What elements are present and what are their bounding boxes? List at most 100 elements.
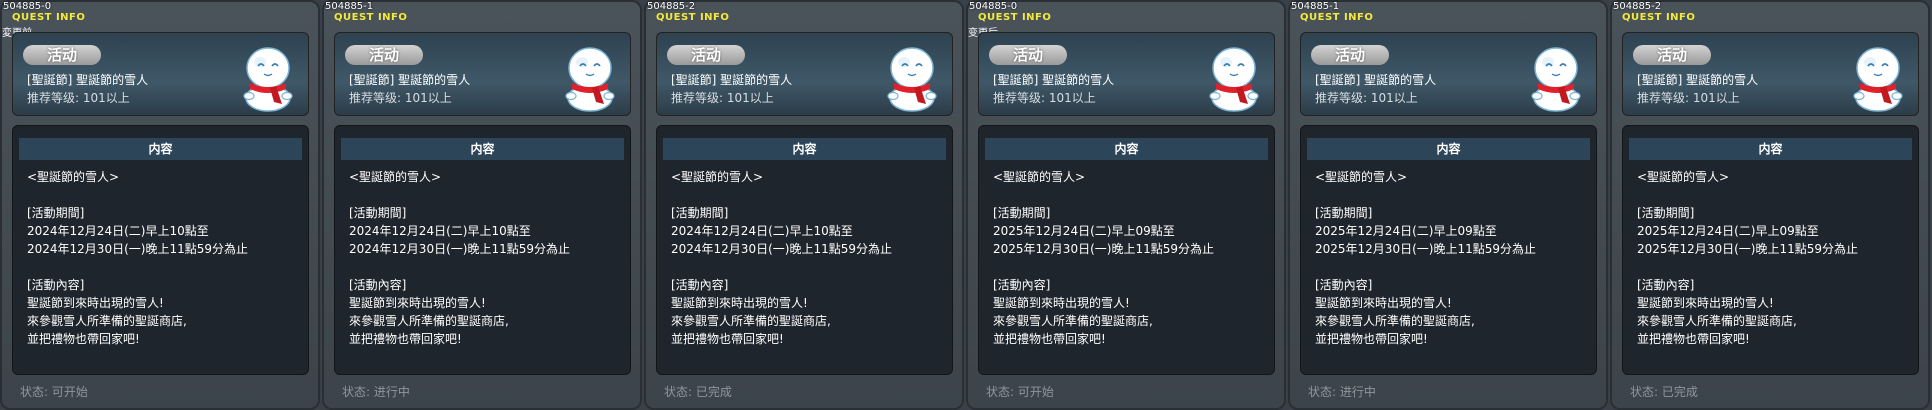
description-line: 聖誕節到來時出現的雪人! — [349, 296, 486, 310]
period-start: 2025年12月24日(二)早上09點至 — [1315, 224, 1497, 238]
content-subtitle: <聖誕節的雪人> — [671, 170, 764, 184]
description-line: 並把禮物也帶回家吧! — [1637, 332, 1750, 346]
quest-status: 状态: 进行中 — [342, 385, 410, 399]
quest-type-badge: 活动 — [667, 45, 745, 65]
period-end: 2025年12月30日(一)晚上11點59分為止 — [1315, 242, 1536, 256]
quest-id: 504885-2 — [647, 1, 696, 12]
content-body: <聖誕節的雪人> [活動期間] 2024年12月24日(二)早上10點至 202… — [671, 168, 941, 348]
description-line: 聖誕節到來時出現的雪人! — [1637, 296, 1774, 310]
description-heading: [活動內容] — [27, 278, 85, 292]
quest-header: 活动 [聖誕節] 聖誕節的雪人 推荐等级: 101以上 — [978, 32, 1275, 116]
quest-info-title: QUEST INFO — [12, 12, 86, 23]
description-heading: [活動內容] — [1637, 278, 1695, 292]
period-start: 2025年12月24日(二)早上09點至 — [993, 224, 1175, 238]
recommended-level: 推荐等级: 101以上 — [27, 91, 130, 105]
period-end: 2024年12月30日(一)晚上11點59分為止 — [27, 242, 248, 256]
description-line: 聖誕節到來時出現的雪人! — [671, 296, 808, 310]
quest-info-panel: 504885-0 QUEST INFO 变更后 活动 [聖誕節] 聖誕節的雪人 … — [966, 0, 1286, 410]
quest-name: [聖誕節] 聖誕節的雪人 — [1315, 73, 1437, 87]
quest-id: 504885-2 — [1613, 1, 1662, 12]
content-header: 内容 — [19, 138, 302, 160]
quest-info-panel: 504885-0 QUEST INFO 変更前 活动 [聖誕節] 聖誕節的雪人 … — [0, 0, 320, 410]
quest-name: [聖誕節] 聖誕節的雪人 — [349, 73, 471, 87]
description-line: 聖誕節到來時出現的雪人! — [993, 296, 1130, 310]
content-subtitle: <聖誕節的雪人> — [27, 170, 120, 184]
quest-header: 活动 [聖誕節] 聖誕節的雪人 推荐等级: 101以上 — [334, 32, 631, 116]
quest-info-title: QUEST INFO — [1300, 12, 1374, 23]
description-line: 來參觀雪人所準備的聖誕商店, — [1637, 314, 1797, 328]
period-heading: [活動期間] — [671, 206, 729, 220]
quest-header: 活动 [聖誕節] 聖誕節的雪人 推荐等级: 101以上 — [12, 32, 309, 116]
quest-content: 内容 <聖誕節的雪人> [活動期間] 2025年12月24日(二)早上09點至 … — [1622, 125, 1919, 375]
content-header: 内容 — [985, 138, 1268, 160]
description-line: 並把禮物也帶回家吧! — [993, 332, 1106, 346]
quest-info-comparison: 504885-0 QUEST INFO 変更前 活动 [聖誕節] 聖誕節的雪人 … — [0, 0, 1932, 410]
period-start: 2025年12月24日(二)早上09點至 — [1637, 224, 1819, 238]
quest-status: 状态: 已完成 — [1630, 385, 1698, 399]
description-line: 聖誕節到來時出現的雪人! — [27, 296, 164, 310]
quest-info-panel: 504885-1 QUEST INFO 活动 [聖誕節] 聖誕節的雪人 推荐等级… — [322, 0, 642, 410]
description-heading: [活動內容] — [671, 278, 729, 292]
quest-info-panel: 504885-2 QUEST INFO 活动 [聖誕節] 聖誕節的雪人 推荐等级… — [644, 0, 964, 410]
description-line: 聖誕節到來時出現的雪人! — [1315, 296, 1452, 310]
period-end: 2024年12月30日(一)晚上11點59分為止 — [671, 242, 892, 256]
snowman-icon — [565, 47, 615, 112]
period-end: 2025年12月30日(一)晚上11點59分為止 — [1637, 242, 1858, 256]
period-start: 2024年12月24日(二)早上10點至 — [27, 224, 209, 238]
quest-id: 504885-0 — [3, 1, 52, 12]
period-end: 2025年12月30日(一)晚上11點59分為止 — [993, 242, 1214, 256]
quest-type-badge: 活动 — [1633, 45, 1711, 65]
content-header: 内容 — [1307, 138, 1590, 160]
snowman-icon — [1531, 47, 1581, 112]
quest-content: 内容 <聖誕節的雪人> [活動期間] 2024年12月24日(二)早上10點至 … — [334, 125, 631, 375]
period-heading: [活動期間] — [993, 206, 1051, 220]
quest-info-panel: 504885-2 QUEST INFO 活动 [聖誕節] 聖誕節的雪人 推荐等级… — [1610, 0, 1930, 410]
quest-content: 内容 <聖誕節的雪人> [活動期間] 2024年12月24日(二)早上10點至 … — [12, 125, 309, 375]
quest-id: 504885-1 — [325, 1, 374, 12]
content-body: <聖誕節的雪人> [活動期間] 2025年12月24日(二)早上09點至 202… — [1637, 168, 1907, 348]
quest-type-badge: 活动 — [989, 45, 1067, 65]
quest-type-badge: 活动 — [23, 45, 101, 65]
description-line: 並把禮物也帶回家吧! — [671, 332, 784, 346]
snowman-icon — [1853, 47, 1903, 112]
content-header: 内容 — [1629, 138, 1912, 160]
content-subtitle: <聖誕節的雪人> — [349, 170, 442, 184]
recommended-level: 推荐等级: 101以上 — [993, 91, 1096, 105]
description-line: 來參觀雪人所準備的聖誕商店, — [993, 314, 1153, 328]
snowman-icon — [887, 47, 937, 112]
snowman-icon — [243, 47, 293, 112]
quest-id: 504885-0 — [969, 1, 1018, 12]
description-heading: [活動內容] — [1315, 278, 1373, 292]
quest-status: 状态: 可开始 — [986, 385, 1054, 399]
description-heading: [活動內容] — [993, 278, 1051, 292]
quest-id: 504885-1 — [1291, 1, 1340, 12]
quest-header: 活动 [聖誕節] 聖誕節的雪人 推荐等级: 101以上 — [656, 32, 953, 116]
description-heading: [活動內容] — [349, 278, 407, 292]
content-subtitle: <聖誕節的雪人> — [1315, 170, 1408, 184]
period-heading: [活動期間] — [349, 206, 407, 220]
content-body: <聖誕節的雪人> [活動期間] 2024年12月24日(二)早上10點至 202… — [27, 168, 297, 348]
quest-info-title: QUEST INFO — [1622, 12, 1696, 23]
content-subtitle: <聖誕節的雪人> — [1637, 170, 1730, 184]
description-line: 來參觀雪人所準備的聖誕商店, — [27, 314, 187, 328]
quest-name: [聖誕節] 聖誕節的雪人 — [671, 73, 793, 87]
quest-info-panel: 504885-1 QUEST INFO 活动 [聖誕節] 聖誕節的雪人 推荐等级… — [1288, 0, 1608, 410]
quest-content: 内容 <聖誕節的雪人> [活動期間] 2024年12月24日(二)早上10點至 … — [656, 125, 953, 375]
snowman-icon — [1209, 47, 1259, 112]
period-heading: [活動期間] — [1315, 206, 1373, 220]
content-body: <聖誕節的雪人> [活動期間] 2025年12月24日(二)早上09點至 202… — [1315, 168, 1585, 348]
quest-status: 状态: 可开始 — [20, 385, 88, 399]
period-heading: [活動期間] — [27, 206, 85, 220]
period-end: 2024年12月30日(一)晚上11點59分為止 — [349, 242, 570, 256]
quest-status: 状态: 进行中 — [1308, 385, 1376, 399]
recommended-level: 推荐等级: 101以上 — [1315, 91, 1418, 105]
quest-header: 活动 [聖誕節] 聖誕節的雪人 推荐等级: 101以上 — [1300, 32, 1597, 116]
quest-header: 活动 [聖誕節] 聖誕節的雪人 推荐等级: 101以上 — [1622, 32, 1919, 116]
quest-type-badge: 活动 — [345, 45, 423, 65]
quest-info-title: QUEST INFO — [656, 12, 730, 23]
content-header: 内容 — [663, 138, 946, 160]
quest-content: 内容 <聖誕節的雪人> [活動期間] 2025年12月24日(二)早上09點至 … — [1300, 125, 1597, 375]
period-start: 2024年12月24日(二)早上10點至 — [671, 224, 853, 238]
quest-content: 内容 <聖誕節的雪人> [活動期間] 2025年12月24日(二)早上09點至 … — [978, 125, 1275, 375]
quest-info-title: QUEST INFO — [978, 12, 1052, 23]
